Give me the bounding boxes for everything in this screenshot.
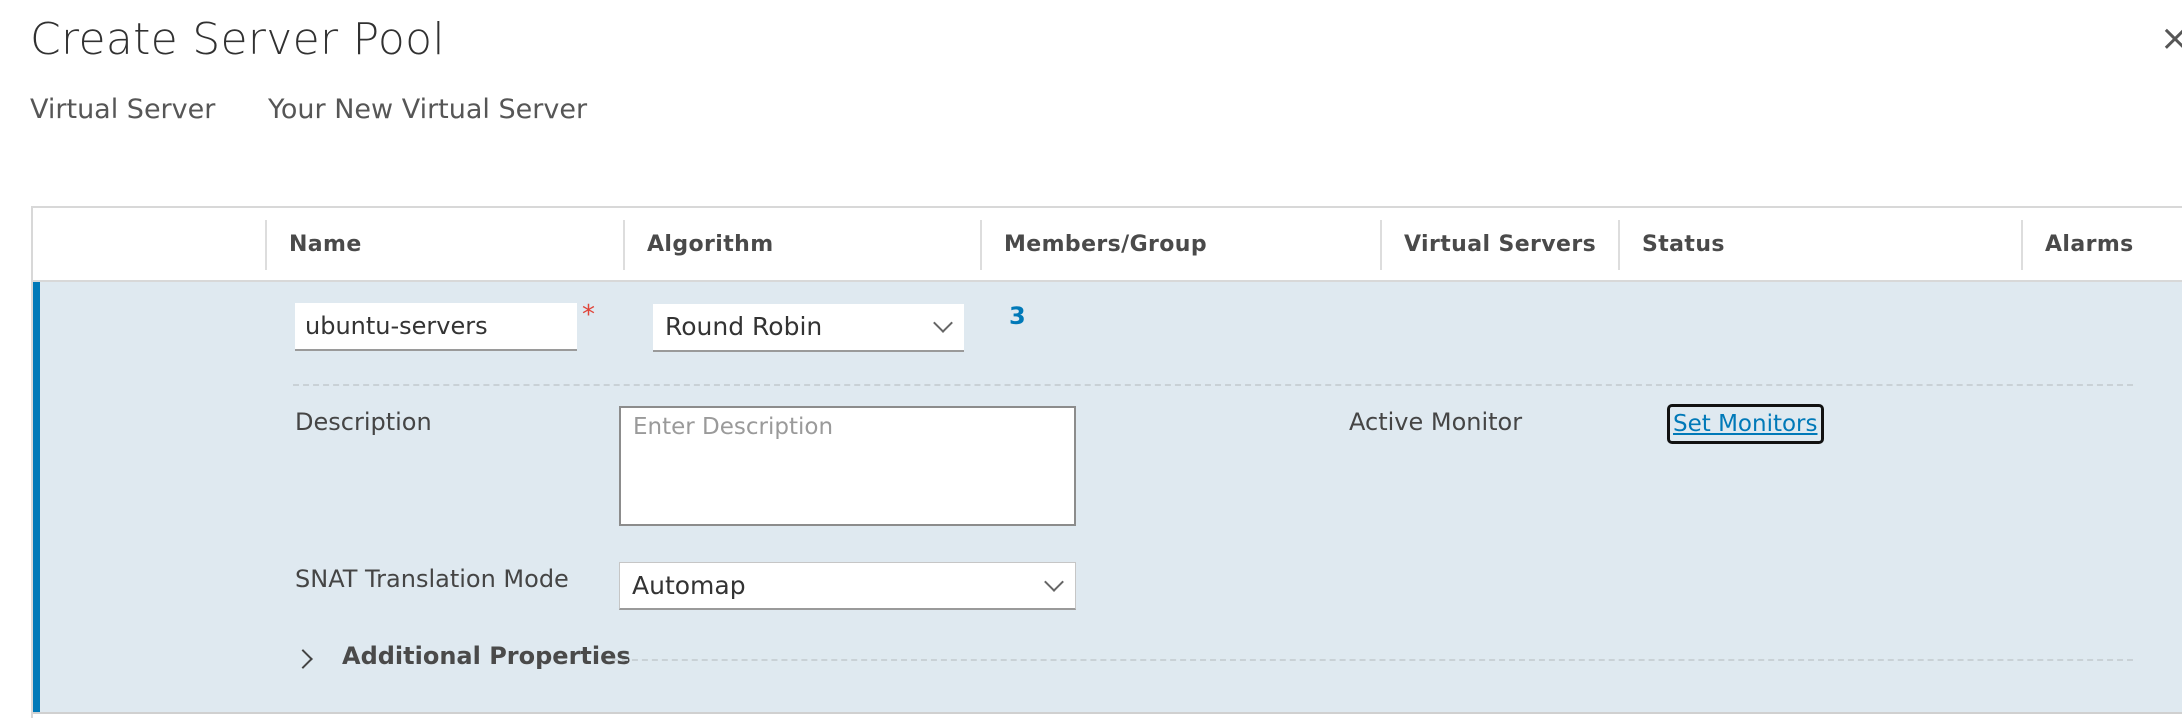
column-header-algorithm[interactable]: Algorithm bbox=[623, 220, 774, 270]
context-value: Your New Virtual Server bbox=[268, 94, 588, 125]
section-separator bbox=[612, 659, 2133, 661]
column-header-name[interactable]: Name bbox=[265, 220, 362, 270]
active-monitor-label: Active Monitor bbox=[1349, 408, 1523, 436]
snat-label: SNAT Translation Mode bbox=[295, 565, 569, 593]
column-header-members-group[interactable]: Members/Group bbox=[980, 220, 1207, 270]
additional-properties-toggle[interactable]: Additional Properties bbox=[342, 642, 631, 670]
close-icon[interactable]: × bbox=[2160, 18, 2182, 59]
grid-header: Name Algorithm Members/Group Virtual Ser… bbox=[33, 208, 2182, 282]
description-label: Description bbox=[295, 408, 432, 436]
column-header-virtual-servers[interactable]: Virtual Servers bbox=[1380, 220, 1596, 270]
required-indicator: * bbox=[582, 300, 595, 330]
row-separator bbox=[293, 384, 2133, 386]
column-header-alarms[interactable]: Alarms bbox=[2021, 220, 2134, 270]
context-label: Virtual Server bbox=[30, 94, 216, 125]
chevron-down-icon bbox=[933, 313, 953, 333]
description-textarea[interactable] bbox=[619, 406, 1076, 526]
row-divider bbox=[33, 712, 2182, 714]
pool-name-input[interactable] bbox=[295, 303, 577, 351]
snat-select-value: Automap bbox=[632, 571, 746, 600]
snat-mode-select[interactable]: Automap bbox=[619, 562, 1076, 610]
page-title: Create Server Pool bbox=[30, 14, 445, 65]
algorithm-select[interactable]: Round Robin bbox=[653, 304, 964, 352]
set-monitors-button[interactable]: Set Monitors bbox=[1667, 404, 1824, 444]
members-count-link[interactable]: 3 bbox=[1009, 302, 1026, 330]
column-header-status[interactable]: Status bbox=[1618, 220, 1725, 270]
algorithm-select-value: Round Robin bbox=[665, 312, 823, 341]
chevron-down-icon bbox=[1044, 572, 1064, 592]
